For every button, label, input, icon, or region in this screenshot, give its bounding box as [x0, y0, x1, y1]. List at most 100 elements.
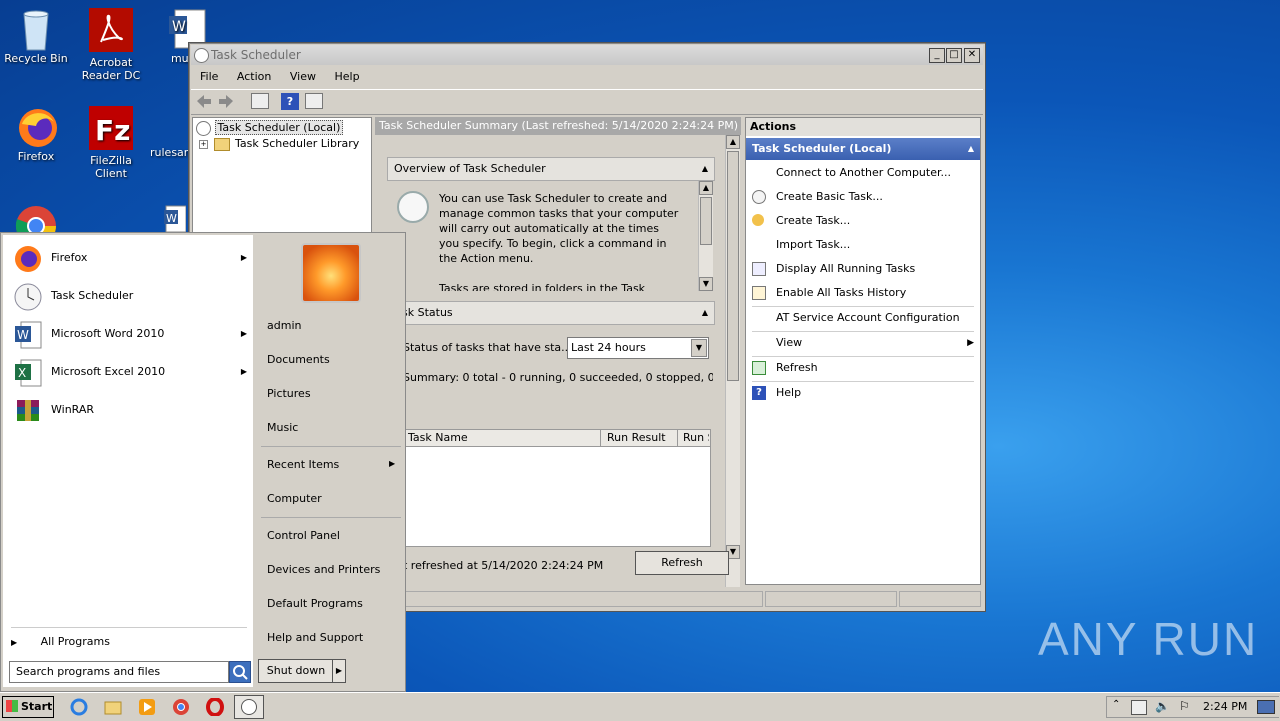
overview-scrollbar[interactable]: ▲ ▼: [698, 181, 713, 291]
start-item-task-scheduler[interactable]: Task Scheduler: [11, 279, 249, 313]
shutdown-button[interactable]: Shut down: [258, 659, 334, 683]
scroll-thumb[interactable]: [727, 151, 739, 381]
network-icon[interactable]: [1131, 700, 1147, 715]
scroll-thumb[interactable]: [700, 197, 712, 245]
action-help[interactable]: ? Help: [752, 382, 976, 404]
media-player-icon[interactable]: [138, 698, 156, 716]
shutdown-options-button[interactable]: ▶: [332, 659, 346, 683]
start-item-firefox[interactable]: Firefox ▶: [11, 241, 249, 275]
window-titlebar[interactable]: Task Scheduler _ □ ✕: [191, 45, 983, 65]
minimize-button[interactable]: _: [929, 48, 945, 63]
overview-section-header[interactable]: Overview of Task Scheduler ▲: [387, 157, 715, 181]
status-cell: [403, 591, 763, 607]
expand-icon[interactable]: +: [199, 139, 208, 149]
action-enable-history[interactable]: Enable All Tasks History: [752, 282, 976, 304]
tree-root-item[interactable]: Task Scheduler (Local): [196, 120, 344, 136]
opera-icon[interactable]: [206, 697, 224, 717]
help-icon[interactable]: ?: [281, 93, 299, 110]
action-connect[interactable]: Connect to Another Computer...: [752, 162, 976, 184]
desktop-icon-recycle-bin[interactable]: Recycle Bin: [1, 8, 71, 65]
action-display-running[interactable]: Display All Running Tasks: [752, 258, 976, 280]
internet-explorer-icon[interactable]: [70, 698, 88, 716]
menu-file[interactable]: File: [200, 70, 218, 83]
desktop-icon-label: rulesar: [150, 146, 189, 159]
back-arrow-icon[interactable]: [195, 93, 213, 110]
menu-action[interactable]: Action: [237, 70, 271, 83]
watermark-text: ANY RUN: [1038, 613, 1259, 665]
summary-scrollbar[interactable]: ▲ ▼: [725, 135, 740, 587]
start-right-pictures[interactable]: Pictures: [267, 387, 311, 400]
scroll-up-icon[interactable]: ▲: [699, 181, 713, 195]
menu-help[interactable]: Help: [334, 70, 359, 83]
svg-text:W: W: [166, 212, 177, 225]
show-hide-console-icon[interactable]: [251, 93, 269, 109]
start-item-excel[interactable]: X Microsoft Excel 2010 ▶: [11, 355, 249, 389]
show-action-pane-icon[interactable]: [305, 93, 323, 109]
tree-library-item[interactable]: + Task Scheduler Library: [199, 136, 359, 152]
close-button[interactable]: ✕: [964, 48, 980, 63]
system-tray: ⌃ 🔈 ⚐ 2:24 PM: [1106, 696, 1279, 718]
start-right-recent-items[interactable]: Recent Items: [267, 458, 339, 471]
chevron-down-icon[interactable]: ▼: [691, 339, 707, 357]
actions-header-text: Actions: [750, 120, 796, 133]
show-desktop-button[interactable]: [1257, 700, 1275, 714]
start-right-music[interactable]: Music: [267, 421, 298, 434]
scroll-up-icon[interactable]: ▲: [726, 135, 740, 149]
start-right-admin[interactable]: admin: [267, 319, 301, 332]
forward-arrow-icon[interactable]: [217, 93, 235, 110]
action-center-flag-icon[interactable]: ⚐: [1179, 699, 1190, 713]
dropdown-value: Last 24 hours: [571, 341, 646, 354]
chrome-icon[interactable]: [172, 698, 190, 716]
chrome-icon[interactable]: [14, 204, 58, 232]
desktop-icon-rulesar[interactable]: rulesar: [150, 106, 190, 159]
start-right-default-programs[interactable]: Default Programs: [267, 597, 363, 610]
scroll-down-icon[interactable]: ▼: [699, 277, 713, 291]
table-header: Task Name Run Result Run S: [404, 430, 710, 447]
action-at-service[interactable]: AT Service Account Configuration: [752, 307, 976, 329]
show-hidden-icons-icon[interactable]: ⌃: [1112, 699, 1120, 710]
status-dropdown[interactable]: Last 24 hours ▼: [567, 337, 709, 359]
action-label: Connect to Another Computer...: [776, 166, 951, 179]
search-icon[interactable]: [229, 661, 251, 683]
folder-icon: [213, 137, 230, 151]
desktop-icon-acrobat[interactable]: Acrobat Reader DC: [76, 8, 146, 82]
start-right-documents[interactable]: Documents: [267, 353, 330, 366]
action-import-task[interactable]: Import Task...: [752, 234, 976, 256]
volume-icon[interactable]: 🔈: [1155, 699, 1170, 713]
taskbar-task-scheduler-button[interactable]: [234, 695, 264, 719]
action-label: Display All Running Tasks: [776, 262, 916, 275]
user-avatar[interactable]: [301, 243, 361, 303]
refresh-button[interactable]: Refresh: [635, 551, 729, 575]
start-item-word[interactable]: W Microsoft Word 2010 ▶: [11, 317, 249, 351]
start-right-devices-printers[interactable]: Devices and Printers: [267, 563, 380, 576]
search-box[interactable]: Search programs and files: [9, 661, 229, 683]
collapse-icon[interactable]: ▲: [702, 302, 708, 324]
collapse-icon[interactable]: ▲: [968, 138, 974, 160]
task-status-header[interactable]: sk Status ▲: [401, 301, 715, 325]
clock-text[interactable]: 2:24 PM: [1203, 700, 1247, 713]
summary-header-text: Task Scheduler Summary (Last refreshed: …: [379, 119, 738, 132]
desktop-icon-firefox[interactable]: Firefox: [1, 106, 71, 163]
start-right-control-panel[interactable]: Control Panel: [267, 529, 340, 542]
action-create-task[interactable]: Create Task...: [752, 210, 976, 232]
maximize-button[interactable]: □: [946, 48, 962, 63]
action-create-basic-task[interactable]: Create Basic Task...: [752, 186, 976, 208]
column-run-result[interactable]: Run Result: [607, 430, 666, 446]
column-run-start[interactable]: Run S: [683, 430, 709, 446]
action-refresh[interactable]: Refresh: [752, 357, 976, 379]
menu-view[interactable]: View: [290, 70, 316, 83]
overview-title: Overview of Task Scheduler: [394, 162, 546, 175]
start-item-winrar[interactable]: WinRAR: [11, 393, 249, 427]
action-view[interactable]: View ▶: [752, 332, 976, 354]
actions-section-header[interactable]: Task Scheduler (Local) ▲: [746, 138, 980, 160]
svg-text:X: X: [18, 366, 26, 380]
word-document-icon[interactable]: W: [164, 204, 186, 232]
all-programs-button[interactable]: ▶ All Programs: [11, 633, 110, 651]
start-right-computer[interactable]: Computer: [267, 492, 322, 505]
file-explorer-icon[interactable]: [104, 698, 122, 716]
desktop-icon-filezilla[interactable]: Fz FileZilla Client: [76, 106, 146, 180]
start-button[interactable]: Start: [2, 696, 54, 718]
collapse-icon[interactable]: ▲: [702, 158, 708, 180]
column-task-name[interactable]: Task Name: [408, 430, 468, 446]
start-right-help-support[interactable]: Help and Support: [267, 631, 363, 644]
